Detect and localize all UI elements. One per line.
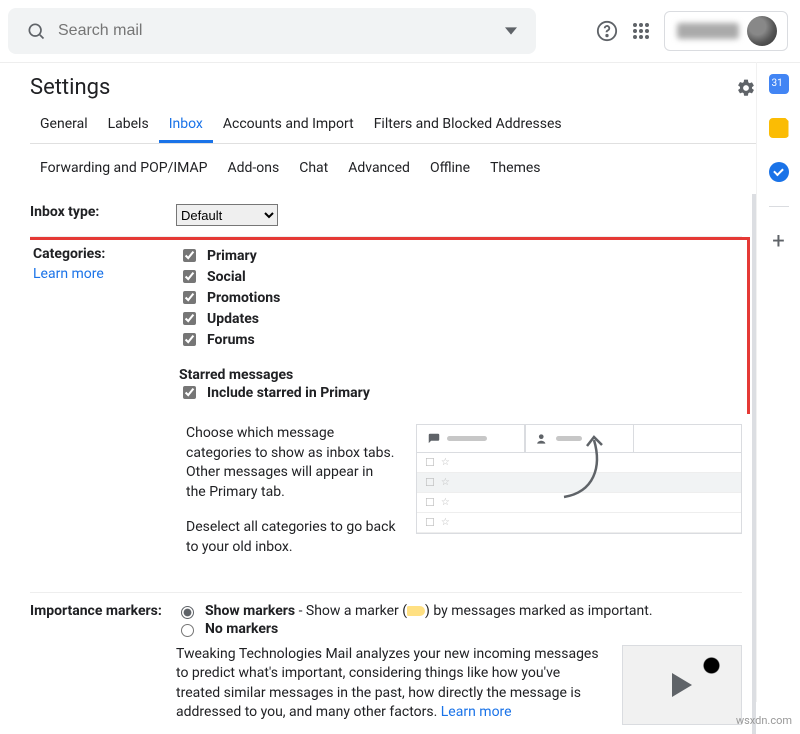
inbox-preview: ☐☆ ☐☆ ☐☆ ☐☆ <box>416 424 742 574</box>
category-social[interactable]: Social <box>179 267 739 286</box>
section-importance-markers: Importance markers: Show markers - Show … <box>30 593 742 734</box>
tab-inbox[interactable]: Inbox <box>159 106 213 143</box>
tab-chat[interactable]: Chat <box>289 154 338 182</box>
importance-learn-more-link[interactable]: Learn more <box>441 704 512 720</box>
search-box[interactable] <box>8 8 536 54</box>
settings-main: Settings General Labels Inbox Accounts a… <box>0 63 800 734</box>
radio-no-markers-input[interactable] <box>181 624 194 637</box>
tab-labels[interactable]: Labels <box>98 106 159 143</box>
watermark-text: wsxdn.com <box>736 714 792 727</box>
settings-scroll-area[interactable]: Inbox type: Default Categories: Learn mo… <box>30 194 756 734</box>
preview-row: ☐☆ <box>417 513 741 533</box>
include-starred-primary[interactable]: Include starred in Primary <box>179 383 739 402</box>
checkbox-include-starred[interactable] <box>183 386 196 399</box>
preview-arrow-icon <box>554 432 614 502</box>
no-markers-text: No markers <box>205 621 278 637</box>
show-markers-text: Show markers - Show a marker () by messa… <box>205 603 653 619</box>
help-icon[interactable] <box>596 20 618 42</box>
account-name-blurred <box>677 23 739 39</box>
search-icon[interactable] <box>16 21 56 41</box>
categories-learn-more-link[interactable]: Learn more <box>33 266 169 282</box>
search-dropdown-icon[interactable] <box>494 25 528 37</box>
inbox-icon <box>427 432 441 446</box>
radio-show-markers[interactable]: Show markers - Show a marker () by messa… <box>176 603 742 619</box>
include-starred-label: Include starred in Primary <box>207 385 370 401</box>
importance-label: Importance markers: <box>30 603 166 619</box>
settings-tabs-row1: General Labels Inbox Accounts and Import… <box>30 106 756 144</box>
categories-label-text: Categories: <box>33 246 105 262</box>
category-updates[interactable]: Updates <box>179 309 739 328</box>
inbox-type-label: Inbox type: <box>30 204 166 220</box>
radio-no-markers[interactable]: No markers <box>176 621 742 637</box>
checkbox-primary[interactable] <box>183 249 196 262</box>
categories-body: Primary Social Promotions Updates Forums… <box>179 246 739 404</box>
categories-help-p1: Choose which message categories to show … <box>186 424 396 502</box>
tab-themes[interactable]: Themes <box>480 154 550 182</box>
importance-marker-icon <box>407 606 425 616</box>
play-icon <box>672 673 692 697</box>
tab-addons[interactable]: Add-ons <box>217 154 289 182</box>
importance-description: Tweaking Technologies Mail analyzes your… <box>176 645 602 725</box>
search-input[interactable] <box>56 21 494 41</box>
categories-label: Categories: Learn more <box>33 246 169 282</box>
top-right-actions <box>596 11 788 51</box>
radio-show-markers-input[interactable] <box>181 606 194 619</box>
tab-general[interactable]: General <box>30 106 98 143</box>
categories-help-p2: Deselect all categories to go back to yo… <box>186 518 396 557</box>
section-categories-highlight: Categories: Learn more Primary Social Pr… <box>30 237 750 414</box>
preview-tab-primary <box>416 424 525 452</box>
page-title: Settings <box>30 75 110 100</box>
preview-tab-empty <box>634 424 742 452</box>
categories-description: Choose which message categories to show … <box>186 424 396 574</box>
gear-icon[interactable] <box>736 78 756 98</box>
avatar[interactable] <box>747 16 777 46</box>
settings-tabs-row2: Forwarding and POP/IMAP Add-ons Chat Adv… <box>30 148 756 194</box>
checkbox-promotions[interactable] <box>183 291 196 304</box>
tab-accounts-import[interactable]: Accounts and Import <box>213 106 364 143</box>
category-label: Social <box>207 269 246 285</box>
checkbox-updates[interactable] <box>183 312 196 325</box>
account-chip[interactable] <box>664 11 788 51</box>
importance-video-thumb[interactable] <box>622 645 742 725</box>
starred-messages-heading: Starred messages <box>179 367 739 383</box>
category-label: Forums <box>207 332 255 348</box>
tab-offline[interactable]: Offline <box>420 154 480 182</box>
category-forums[interactable]: Forums <box>179 330 739 349</box>
top-bar <box>0 0 800 63</box>
tab-forwarding-pop-imap[interactable]: Forwarding and POP/IMAP <box>30 154 217 182</box>
importance-body: Show markers - Show a marker () by messa… <box>176 603 742 725</box>
apps-grid-icon[interactable] <box>632 22 650 40</box>
category-primary[interactable]: Primary <box>179 246 739 265</box>
category-promotions[interactable]: Promotions <box>179 288 739 307</box>
tab-advanced[interactable]: Advanced <box>338 154 420 182</box>
categories-description-row: Choose which message categories to show … <box>30 414 742 593</box>
people-icon <box>536 432 550 446</box>
section-inbox-type: Inbox type: Default <box>30 194 742 237</box>
tab-filters-blocked[interactable]: Filters and Blocked Addresses <box>364 106 572 143</box>
checkbox-forums[interactable] <box>183 333 196 346</box>
category-label: Updates <box>207 311 259 327</box>
inbox-type-select[interactable]: Default <box>176 204 278 226</box>
category-label: Promotions <box>207 290 280 306</box>
category-label: Primary <box>207 248 257 264</box>
checkbox-social[interactable] <box>183 270 196 283</box>
settings-header: Settings <box>30 75 756 100</box>
